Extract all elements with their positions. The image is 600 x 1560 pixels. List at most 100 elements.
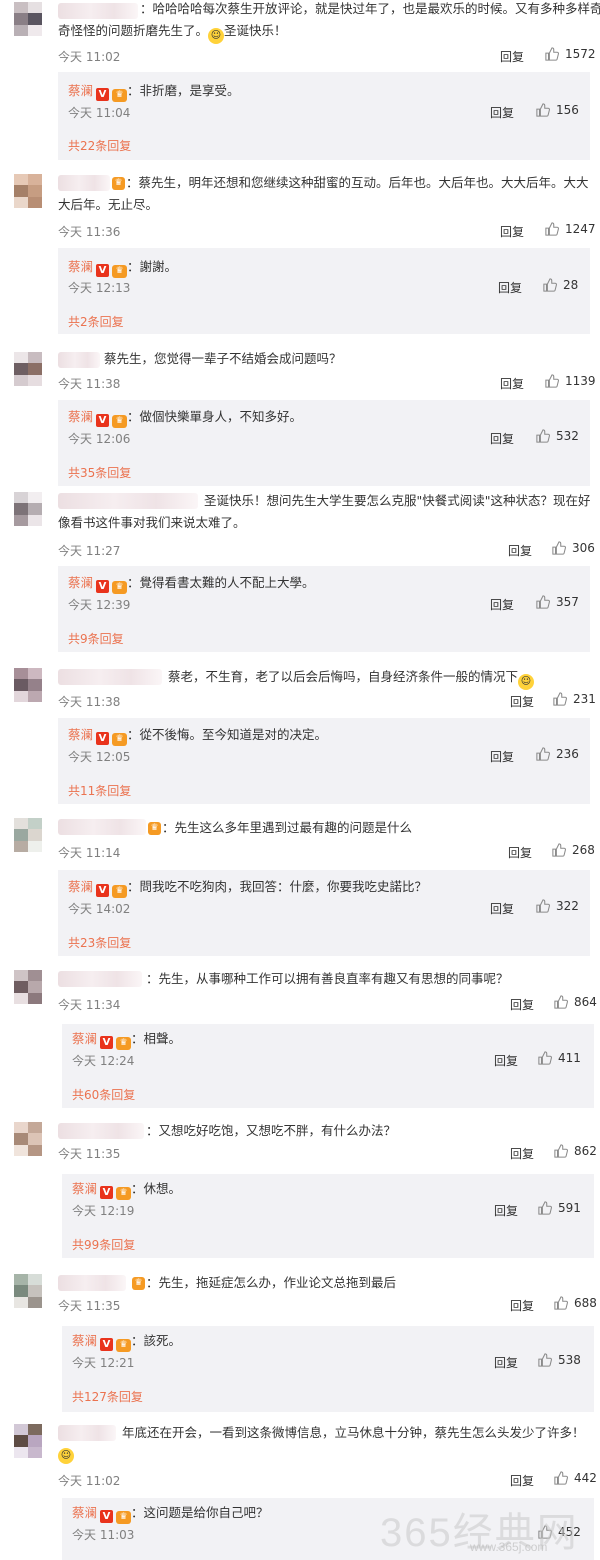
reply-author[interactable]: 蔡澜 [68, 83, 93, 98]
like-button[interactable]: 688 [554, 1296, 597, 1310]
like-button[interactable]: 442 [554, 1471, 597, 1485]
like-button[interactable]: 231 [553, 692, 596, 706]
comment-text-cont: 像看书这件事对我们来说太难了。 [58, 515, 246, 530]
more-replies-link[interactable]: 共2条回复 [68, 313, 124, 330]
reply-text: ：覺得看書太難的人不配上大學。 [127, 575, 315, 590]
like-button[interactable]: 28 [543, 278, 578, 292]
like-button[interactable]: 236 [536, 747, 579, 761]
username-blurred[interactable] [58, 352, 100, 368]
username-blurred[interactable] [58, 493, 198, 509]
like-button[interactable]: 1247 [545, 222, 596, 236]
avatar[interactable] [14, 352, 42, 386]
like-button[interactable]: 357 [536, 595, 579, 609]
verified-v-icon: V [96, 88, 110, 101]
reply-author[interactable]: 蔡澜 [72, 1505, 97, 1520]
reply-button[interactable]: 回复 [510, 693, 534, 710]
avatar[interactable] [14, 818, 42, 852]
like-button[interactable]: 306 [552, 541, 595, 555]
reply-button[interactable]: 回复 [508, 844, 532, 861]
more-replies-link[interactable]: 共23条回复 [68, 934, 131, 951]
reply-author[interactable]: 蔡澜 [68, 409, 93, 424]
reply-button[interactable]: 回复 [490, 596, 514, 613]
more-replies-link[interactable]: 共9条回复 [68, 630, 124, 647]
like-count: 28 [563, 278, 579, 292]
reply-button[interactable]: 回复 [510, 996, 534, 1013]
comment-text-cont: 奇怪怪的问题折磨先生了。 ☺ 圣诞快乐！ [58, 20, 287, 44]
verified-v-icon: V [96, 884, 110, 897]
avatar[interactable] [14, 668, 42, 702]
like-button[interactable]: 1139 [545, 374, 596, 388]
reply-author[interactable]: 蔡澜 [72, 1031, 97, 1046]
reply-time: 今天 11:03 [72, 1528, 135, 1542]
reply-button[interactable]: 回复 [510, 1145, 534, 1162]
avatar[interactable] [14, 1274, 42, 1308]
username-blurred[interactable] [58, 1425, 116, 1441]
reply-text: ：非折磨，是享受。 [127, 83, 240, 98]
reply-button[interactable]: 回复 [510, 1472, 534, 1489]
like-button[interactable]: 864 [554, 995, 597, 1009]
reply-author[interactable]: 蔡澜 [68, 575, 93, 590]
like-count: 1139 [565, 374, 596, 388]
like-button[interactable]: 538 [538, 1353, 581, 1367]
avatar[interactable] [14, 492, 42, 526]
username-blurred[interactable] [58, 1123, 144, 1139]
like-button[interactable]: 156 [536, 103, 579, 117]
reply-button[interactable]: 回复 [500, 48, 524, 65]
thumbs-up-icon [545, 374, 559, 388]
reply-author[interactable]: 蔡澜 [68, 879, 93, 894]
comment-text: ：蔡先生，明年还想和您继续这种甜蜜的互动。后年也。大后年也。大大后年。大大 [126, 175, 589, 190]
comment-text: 圣诞快乐！想问先生大学生要怎么克服"快餐式阅读"这种状态？现在好 [204, 493, 591, 508]
thumbs-up-icon [538, 1201, 552, 1215]
reply-button[interactable]: 回复 [490, 748, 514, 765]
more-replies-link[interactable]: 共99条回复 [72, 1236, 135, 1253]
like-button[interactable]: 268 [552, 843, 595, 857]
comment-time: 今天 11:38 [58, 377, 121, 391]
reply-button[interactable]: 回复 [508, 542, 532, 559]
username-blurred[interactable] [58, 175, 110, 191]
username-blurred[interactable] [58, 3, 138, 19]
like-button[interactable]: 532 [536, 429, 579, 443]
reply-button[interactable]: 回复 [494, 1052, 518, 1069]
more-replies-link[interactable]: 共127条回复 [72, 1388, 143, 1405]
reply-author[interactable]: 蔡澜 [72, 1181, 97, 1196]
reply-button[interactable]: 回复 [500, 223, 524, 240]
thumbs-up-icon [536, 595, 550, 609]
like-button[interactable]: 411 [538, 1051, 581, 1065]
reply-button[interactable]: 回复 [510, 1297, 534, 1314]
reply-button[interactable]: 回复 [498, 279, 522, 296]
crown-icon: ♛ [112, 733, 128, 746]
reply-author[interactable]: 蔡澜 [68, 727, 93, 742]
username-blurred[interactable] [58, 971, 142, 987]
avatar[interactable] [14, 1122, 42, 1156]
avatar[interactable] [14, 1424, 42, 1458]
crown-icon: ♛ [112, 885, 128, 898]
reply-box: 蔡澜 V ♛ ：相聲。 今天 12:24 回复 411 共60条回复 [62, 1024, 594, 1108]
reply-button[interactable]: 回复 [494, 1202, 518, 1219]
reply-button[interactable]: 回复 [490, 430, 514, 447]
username-blurred[interactable] [58, 1275, 126, 1291]
reply-button[interactable]: 回复 [494, 1354, 518, 1371]
reply-button[interactable]: 回复 [490, 900, 514, 917]
reply-box: 蔡澜 V ♛ ：問我吃不吃狗肉，我回答：什麼，你要我吃史諾比？ 今天 14:02 回复… [58, 870, 590, 956]
reply-author[interactable]: 蔡澜 [72, 1333, 97, 1348]
like-button[interactable]: 862 [554, 1144, 597, 1158]
like-button[interactable]: 322 [536, 899, 579, 913]
avatar[interactable] [14, 2, 42, 36]
username-blurred[interactable] [58, 819, 146, 835]
more-replies-link[interactable]: 共11条回复 [68, 782, 131, 799]
username-blurred[interactable] [58, 669, 162, 685]
like-button[interactable]: 591 [538, 1201, 581, 1215]
reply-author[interactable]: 蔡澜 [68, 259, 93, 274]
reply-button[interactable]: 回复 [490, 104, 514, 121]
more-replies-link[interactable]: 共35条回复 [68, 464, 131, 481]
avatar[interactable] [14, 174, 42, 208]
thumbs-up-icon [554, 1471, 568, 1485]
reply-button[interactable]: 回复 [500, 375, 524, 392]
more-replies-link[interactable]: 共60条回复 [72, 1086, 135, 1103]
like-count: 442 [574, 1471, 597, 1485]
avatar[interactable] [14, 970, 42, 1004]
more-replies-link[interactable]: 共22条回复 [68, 137, 131, 154]
reply-line: 蔡澜 V ♛ ：問我吃不吃狗肉，我回答：什麼，你要我吃史諾比？ [68, 876, 427, 898]
like-button[interactable]: 1572 [545, 47, 596, 61]
crown-icon: ♛ [116, 1339, 132, 1352]
